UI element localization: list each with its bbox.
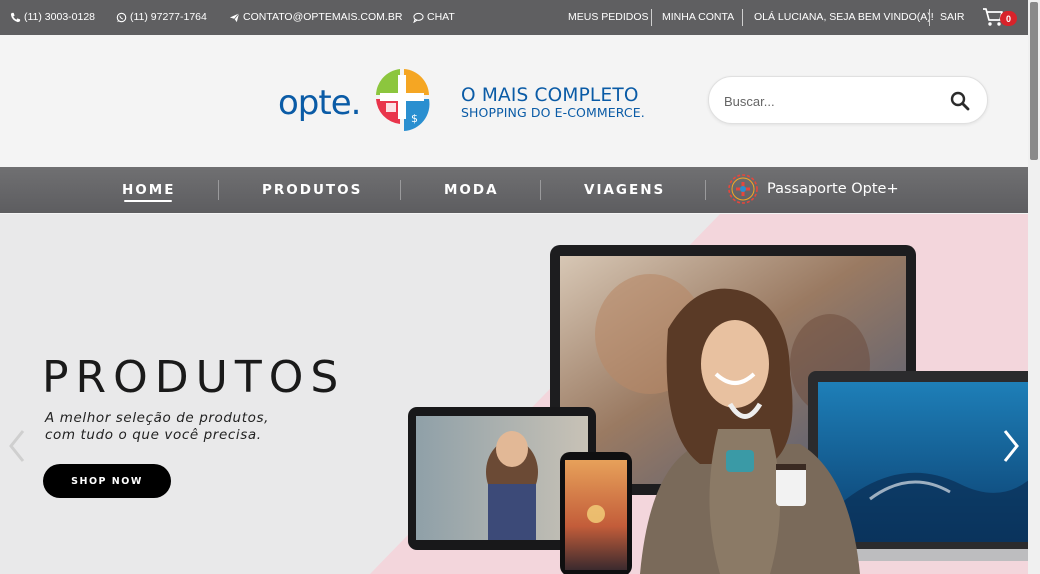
email-text: CONTATO@OPTEMAIS.COM.BR bbox=[243, 11, 403, 23]
nav-item-viagens[interactable]: VIAGENS bbox=[584, 182, 665, 198]
user-greeting: OLÁ LUCIANA, SEJA BEM VINDO(A)! bbox=[754, 11, 934, 23]
phone-link[interactable]: (11) 3003-0128 bbox=[10, 11, 95, 23]
search-icon[interactable] bbox=[949, 90, 971, 112]
search-input[interactable] bbox=[724, 90, 934, 112]
passport-label: Passaporte Opte+ bbox=[767, 181, 899, 197]
whatsapp-text: (11) 97277-1764 bbox=[130, 11, 207, 23]
slogan: O MAIS COMPLETO SHOPPING DO E-COMMERCE. bbox=[461, 86, 645, 120]
separator bbox=[929, 9, 930, 26]
logout-link[interactable]: SAIR bbox=[940, 11, 965, 23]
hero-banner: PRODUTOS A melhor seleção de produtos, c… bbox=[0, 214, 1028, 574]
nav-divider bbox=[540, 180, 541, 200]
shop-now-button[interactable]: SHOP NOW bbox=[43, 464, 171, 498]
hero-subtitle: A melhor seleção de produtos, com tudo o… bbox=[45, 410, 269, 444]
chat-link[interactable]: CHAT bbox=[413, 11, 455, 23]
nav-active-indicator bbox=[124, 200, 172, 202]
svg-text:$: $ bbox=[411, 112, 418, 125]
passport-stamp-icon bbox=[728, 174, 758, 204]
nav-item-home[interactable]: HOME bbox=[122, 182, 175, 198]
hero-title: PRODUTOS bbox=[42, 352, 346, 403]
separator bbox=[742, 9, 743, 26]
carousel-prev-arrow-icon[interactable] bbox=[6, 428, 28, 464]
chat-icon bbox=[413, 12, 424, 23]
slogan-line1: O MAIS COMPLETO bbox=[461, 85, 639, 106]
cart-button[interactable]: 0 bbox=[982, 7, 1018, 29]
whatsapp-icon bbox=[116, 12, 127, 22]
logo-wordmark: opte. bbox=[278, 83, 360, 123]
site-header: opte. $ O MAIS COMPLETO SHOPPING DO E-CO… bbox=[0, 35, 1028, 167]
scrollbar-thumb[interactable] bbox=[1030, 2, 1038, 160]
nav-item-moda[interactable]: MODA bbox=[444, 182, 499, 198]
phone-text: (11) 3003-0128 bbox=[24, 11, 96, 23]
nav-item-produtos[interactable]: PRODUTOS bbox=[262, 182, 362, 198]
my-orders-link[interactable]: MEUS PEDIDOS bbox=[568, 11, 649, 23]
separator bbox=[651, 9, 652, 26]
send-icon bbox=[229, 12, 240, 22]
carousel-next-arrow-icon[interactable] bbox=[1000, 428, 1022, 464]
search-box bbox=[708, 76, 988, 124]
main-nav: HOME PRODUTOS MODA VIAGENS Passaporte Op… bbox=[0, 167, 1028, 213]
opte-logo[interactable]: opte. $ bbox=[278, 67, 433, 139]
hero-subtitle-line1: A melhor seleção de produtos, bbox=[45, 410, 269, 426]
slogan-line2: SHOPPING DO E-COMMERCE. bbox=[461, 105, 645, 120]
hero-subtitle-line2: com tudo o que você precisa. bbox=[45, 427, 262, 443]
chat-text: CHAT bbox=[427, 11, 455, 23]
nav-divider bbox=[400, 180, 401, 200]
cart-count-badge: 0 bbox=[1000, 11, 1017, 26]
my-account-link[interactable]: MINHA CONTA bbox=[662, 11, 734, 23]
nav-item-passport[interactable]: Passaporte Opte+ bbox=[727, 173, 899, 205]
nav-divider bbox=[218, 180, 219, 200]
phone-icon bbox=[10, 12, 21, 22]
top-bar: (11) 3003-0128 (11) 97277-1764 CONTATO@O… bbox=[0, 0, 1040, 35]
nav-divider bbox=[705, 180, 706, 200]
email-link[interactable]: CONTATO@OPTEMAIS.COM.BR bbox=[229, 11, 402, 23]
whatsapp-link[interactable]: (11) 97277-1764 bbox=[116, 11, 207, 23]
